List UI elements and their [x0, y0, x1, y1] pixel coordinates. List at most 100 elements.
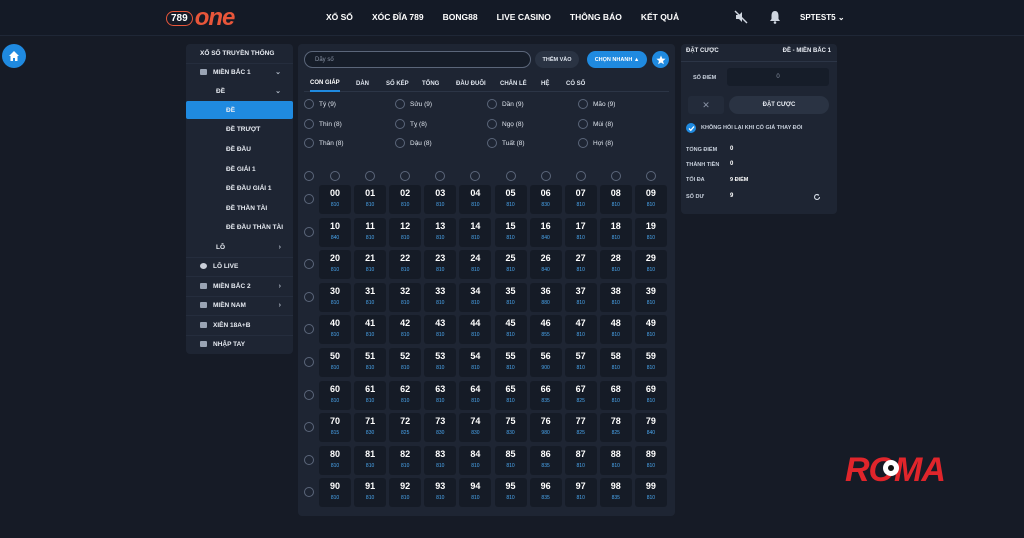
number-cell[interactable]: 53 810 — [424, 348, 457, 377]
row-select-radio[interactable] — [304, 291, 314, 302]
column-select-radio[interactable] — [400, 171, 411, 181]
tab-3[interactable]: TỔNG — [422, 76, 439, 92]
number-cell[interactable]: 90 810 — [319, 478, 351, 508]
number-cell[interactable]: 01 810 — [354, 185, 387, 214]
zodiac-option[interactable]: Dậu (8) — [395, 138, 432, 148]
brand-logo[interactable]: 789 one — [166, 4, 235, 31]
number-cell[interactable]: 68 810 — [599, 380, 632, 410]
sidebar-item-mien-nam[interactable]: MIỀN NAM › — [186, 296, 293, 314]
tab-4[interactable]: ĐẦU ĐUÔI — [456, 76, 486, 92]
number-cell[interactable]: 94 810 — [459, 478, 492, 508]
number-cell[interactable]: 56 900 — [529, 348, 562, 377]
number-cell[interactable]: 82 810 — [389, 445, 422, 475]
number-cell[interactable]: 25 810 — [494, 250, 527, 280]
nav-thong-bao[interactable]: THÔNG BÁO — [570, 12, 622, 22]
number-cell[interactable]: 80 810 — [319, 445, 351, 475]
nav-xo-so[interactable]: XỔ SỐ — [326, 12, 353, 22]
number-cell[interactable]: 95 810 — [494, 478, 527, 508]
sidebar-item-mien-bac-1[interactable]: MIỀN BẮC 1 ⌄ — [186, 63, 293, 81]
sidebar-item-nhap-tay[interactable]: NHẬP TAY — [186, 335, 293, 353]
zodiac-option[interactable]: Mùi (8) — [578, 119, 613, 129]
sidebar-item-de-than-tai[interactable]: ĐỀ THẦN TÀI — [186, 199, 293, 217]
nav-bong88[interactable]: BONG88 — [443, 12, 478, 22]
tab-1[interactable]: DÀN — [356, 76, 369, 92]
number-cell[interactable]: 85 810 — [494, 445, 527, 475]
number-cell[interactable]: 92 810 — [389, 478, 422, 508]
number-cell[interactable]: 63 810 — [424, 380, 457, 410]
tab-6[interactable]: HỆ — [541, 76, 549, 92]
number-cell[interactable]: 47 810 — [564, 315, 597, 345]
zodiac-option[interactable]: Tỵ (8) — [395, 119, 427, 129]
sidebar-item-mien-bac-2[interactable]: MIỀN BẮC 2 › — [186, 277, 293, 295]
number-cell[interactable]: 45 810 — [494, 315, 527, 345]
zodiac-option[interactable]: Mão (9) — [578, 99, 615, 109]
number-cell[interactable]: 74 830 — [459, 413, 492, 443]
number-cell[interactable]: 21 810 — [354, 250, 387, 280]
row-select-radio[interactable] — [304, 389, 314, 400]
no-ask-checkbox[interactable] — [686, 123, 696, 133]
number-cell[interactable]: 06 830 — [529, 185, 562, 214]
row-select-radio[interactable] — [304, 324, 314, 335]
number-cell[interactable]: 99 810 — [634, 478, 667, 508]
number-cell[interactable]: 11 810 — [354, 217, 387, 247]
number-cell[interactable]: 60 810 — [319, 380, 351, 410]
row-select-radio[interactable] — [304, 422, 314, 433]
tab-2[interactable]: SỐ KÉP — [386, 76, 409, 92]
number-cell[interactable]: 07 810 — [564, 185, 597, 214]
nav-xoc-dia[interactable]: XÓC ĐĨA 789 — [372, 12, 424, 22]
number-cell[interactable]: 93 810 — [424, 478, 457, 508]
number-cell[interactable]: 32 810 — [389, 282, 422, 312]
number-cell[interactable]: 97 810 — [564, 478, 597, 508]
number-cell[interactable]: 38 810 — [599, 282, 632, 312]
number-cell[interactable]: 02 810 — [389, 185, 422, 214]
number-cell[interactable]: 89 810 — [634, 445, 667, 475]
number-cell[interactable]: 91 810 — [354, 478, 387, 508]
number-cell[interactable]: 71 830 — [354, 413, 387, 443]
number-cell[interactable]: 78 825 — [599, 413, 632, 443]
number-cell[interactable]: 03 810 — [424, 185, 457, 214]
row-select-radio[interactable] — [304, 194, 314, 204]
bell-icon[interactable] — [768, 10, 782, 24]
sidebar-item-de[interactable]: ĐỀ — [186, 101, 293, 119]
sidebar-item-de-truot[interactable]: ĐỀ TRƯỢT — [186, 120, 293, 138]
number-cell[interactable]: 62 810 — [389, 380, 422, 410]
number-cell[interactable]: 52 810 — [389, 348, 422, 377]
number-cell[interactable]: 35 810 — [494, 282, 527, 312]
number-cell[interactable]: 17 810 — [564, 217, 597, 247]
number-cell[interactable]: 04 810 — [459, 185, 492, 214]
number-cell[interactable]: 75 830 — [494, 413, 527, 443]
number-cell[interactable]: 33 810 — [424, 282, 457, 312]
row-select-radio[interactable] — [304, 357, 314, 367]
number-cell[interactable]: 70 815 — [319, 413, 351, 443]
number-cell[interactable]: 42 810 — [389, 315, 422, 345]
number-cell[interactable]: 64 810 — [459, 380, 492, 410]
number-cell[interactable]: 41 810 — [354, 315, 387, 345]
number-cell[interactable]: 48 810 — [599, 315, 632, 345]
select-all-radio[interactable] — [304, 171, 314, 181]
number-cell[interactable]: 96 835 — [529, 478, 562, 508]
zodiac-option[interactable]: Tuất (8) — [487, 138, 525, 148]
number-cell[interactable]: 73 830 — [424, 413, 457, 443]
user-menu[interactable]: SPTEST5 ⌄ — [800, 13, 845, 22]
column-select-radio[interactable] — [540, 171, 551, 181]
number-cell[interactable]: 55 810 — [494, 348, 527, 377]
number-cell[interactable]: 81 810 — [354, 445, 387, 475]
number-cell[interactable]: 14 810 — [459, 217, 492, 247]
number-cell[interactable]: 16 840 — [529, 217, 562, 247]
number-cell[interactable]: 31 810 — [354, 282, 387, 312]
zodiac-option[interactable]: Tý (9) — [304, 99, 336, 109]
zodiac-option[interactable]: Thân (8) — [304, 138, 344, 148]
zodiac-option[interactable]: Ngọ (8) — [487, 119, 524, 129]
number-cell[interactable]: 26 840 — [529, 250, 562, 280]
number-cell[interactable]: 37 810 — [564, 282, 597, 312]
number-cell[interactable]: 84 810 — [459, 445, 492, 475]
nav-ket-qua[interactable]: KẾT QUẢ — [641, 12, 679, 22]
add-button[interactable]: THÊM VÀO — [535, 51, 579, 68]
zodiac-option[interactable]: Sửu (9) — [395, 99, 432, 109]
quick-pick-button[interactable]: CHỌN NHANH ▲ — [587, 51, 647, 68]
number-cell[interactable]: 66 835 — [529, 380, 562, 410]
sidebar-item-xien-18a-b[interactable]: XIÊN 18A+B — [186, 316, 293, 334]
points-input[interactable]: 0 — [727, 68, 829, 86]
sidebar-item-lo[interactable]: LÔ › — [186, 238, 293, 256]
number-cell[interactable]: 29 810 — [634, 250, 667, 280]
